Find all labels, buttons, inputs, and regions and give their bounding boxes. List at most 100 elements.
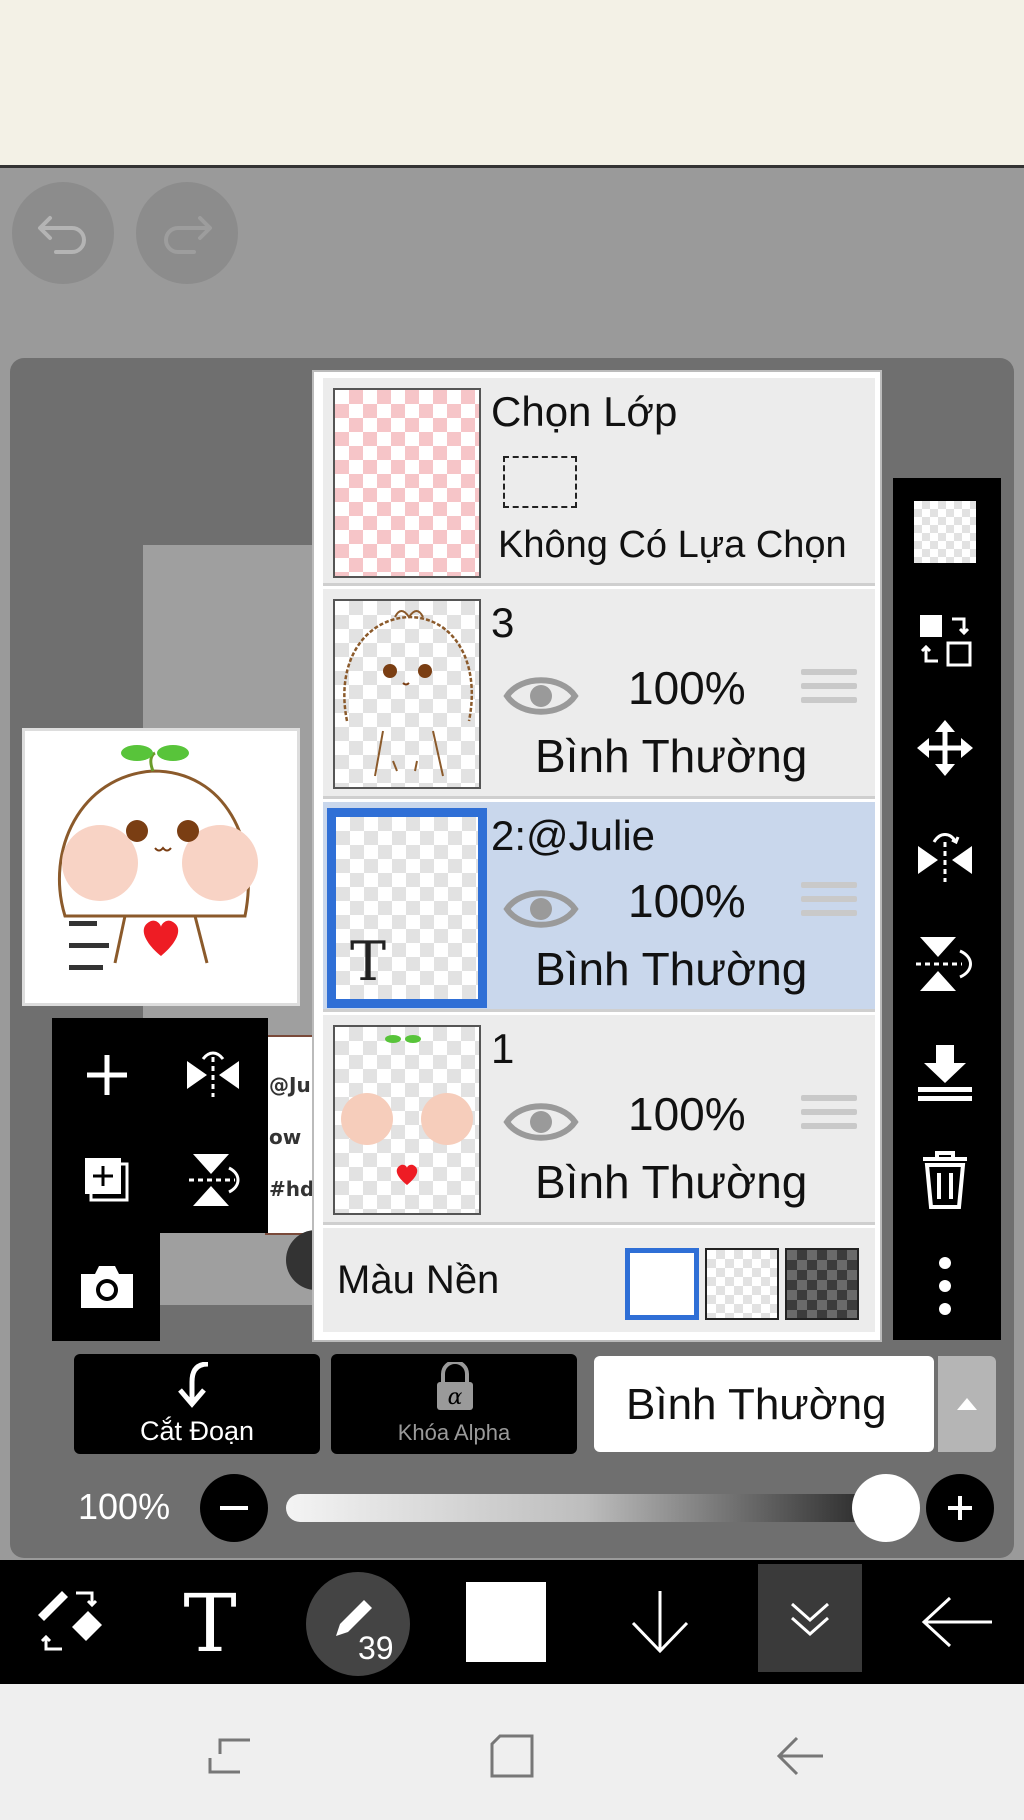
redo-icon — [164, 216, 212, 254]
text-tool-icon: T — [183, 1587, 236, 1657]
minus-icon — [220, 1506, 248, 1510]
redo-button[interactable] — [136, 182, 238, 284]
drag-handle[interactable] — [801, 669, 857, 717]
clipping-button[interactable]: Cắt Đoạn — [74, 1354, 320, 1454]
layer-3-artwork — [343, 610, 474, 777]
flip-vertical-side-button[interactable] — [895, 914, 995, 1014]
more-options-button[interactable] — [895, 1236, 995, 1336]
merge-down-icon — [918, 1045, 972, 1101]
opacity-label: 100% — [78, 1486, 171, 1527]
triangle-up-icon — [957, 1398, 977, 1410]
opacity-slider-thumb[interactable] — [852, 1474, 920, 1542]
opacity-decrease-button[interactable] — [200, 1474, 268, 1542]
eye-icon — [503, 677, 579, 715]
flip-horizontal-button[interactable] — [168, 1030, 258, 1120]
duplicate-layer-button[interactable] — [62, 1135, 152, 1225]
undo-button[interactable] — [12, 182, 114, 284]
layer-opacity: 100% — [628, 1088, 746, 1140]
arrow-down-icon — [631, 1591, 689, 1654]
flip-vertical-button[interactable] — [168, 1135, 258, 1225]
selection-thumbnail — [333, 388, 481, 578]
layer-thumbnail — [333, 599, 481, 789]
layer-blend-mode: Bình Thường — [535, 943, 808, 995]
background-white-swatch[interactable] — [625, 1248, 699, 1320]
visibility-toggle[interactable] — [503, 884, 579, 938]
selection-status: Không Có Lựa Chọn — [498, 524, 847, 566]
system-back-icon — [776, 1736, 823, 1776]
recent-apps-icon — [208, 1738, 250, 1774]
add-layer-button[interactable] — [62, 1030, 152, 1120]
blend-mode-expand-button[interactable] — [938, 1356, 996, 1452]
alpha-lock-label: Khóa Alpha — [397, 1420, 511, 1445]
layer-thumbnail — [333, 1025, 481, 1215]
background-row: Màu Nền — [323, 1228, 875, 1332]
color-swatch-button[interactable] — [456, 1572, 556, 1672]
flip-horizontal-side-button[interactable] — [895, 806, 995, 906]
layers-menu-button[interactable] — [758, 1564, 862, 1672]
layer-blend-mode: Bình Thường — [535, 1156, 808, 1208]
eye-icon — [503, 1103, 579, 1141]
layer-opacity: 100% — [628, 875, 746, 927]
drag-handle[interactable] — [801, 1095, 857, 1143]
camera-icon — [81, 1266, 133, 1308]
camera-button[interactable] — [62, 1242, 152, 1332]
transparency-button[interactable] — [895, 482, 995, 582]
flip-vertical-icon — [189, 1154, 240, 1206]
merge-down-button[interactable] — [895, 1022, 995, 1122]
flip-horizontal-icon — [187, 1051, 239, 1097]
swap-layer-button[interactable] — [895, 590, 995, 690]
layer-opacity: 100% — [628, 662, 746, 714]
clip-arrow-icon — [178, 1362, 209, 1408]
layer-selection-row[interactable]: Chọn Lớp Không Có Lựa Chọn — [323, 378, 875, 586]
swap-icon — [920, 615, 972, 667]
layer-row-3[interactable]: 3 100% Bình Thường — [323, 589, 875, 799]
background-label: Màu Nền — [337, 1258, 500, 1302]
delete-layer-button[interactable] — [895, 1130, 995, 1230]
layer-blend-mode: Bình Thường — [535, 730, 808, 782]
layer-name: 1 — [491, 1025, 515, 1072]
arrow-left-icon — [921, 1596, 992, 1648]
system-back-button[interactable] — [760, 1716, 840, 1796]
status-bar — [0, 0, 1024, 168]
layer-row-2[interactable]: T 2:@Julie 100% Bình Thường — [323, 802, 875, 1012]
blend-mode-select[interactable]: Bình Thường — [594, 1356, 934, 1452]
brush-tool-button[interactable]: 39 — [306, 1572, 410, 1676]
layer-thumbnail: T — [327, 808, 487, 1008]
layer-name: 3 — [491, 599, 515, 646]
visibility-toggle[interactable] — [503, 671, 579, 725]
selection-title: Chọn Lớp — [491, 388, 678, 435]
move-button[interactable] — [895, 698, 995, 798]
canvas-preview[interactable] — [22, 728, 300, 1006]
copy-layer-icon — [85, 1158, 129, 1202]
background-dark-swatch[interactable] — [785, 1248, 859, 1320]
transform-tool-button[interactable] — [20, 1572, 120, 1672]
opacity-increase-button[interactable] — [926, 1474, 994, 1542]
text-tool-button[interactable]: T — [160, 1572, 260, 1672]
double-chevron-down-icon — [791, 1602, 829, 1637]
layer-1-artwork — [341, 1035, 473, 1185]
move-down-button[interactable] — [610, 1572, 710, 1672]
text-layer-icon: T — [350, 930, 387, 993]
opacity-slider-track[interactable] — [286, 1494, 886, 1522]
more-vertical-icon — [939, 1257, 951, 1315]
trash-icon — [923, 1151, 967, 1209]
drag-handle[interactable] — [801, 882, 857, 930]
background-transparent-swatch[interactable] — [705, 1248, 779, 1320]
home-button[interactable] — [472, 1716, 552, 1796]
home-icon — [490, 1734, 534, 1778]
clipping-label: Cắt Đoạn — [139, 1416, 255, 1446]
recent-apps-button[interactable] — [190, 1716, 270, 1796]
selection-marquee-icon — [503, 456, 577, 508]
move-icon — [917, 720, 973, 776]
svg-text:α: α — [448, 1385, 463, 1410]
layer-row-1[interactable]: 1 100% Bình Thường — [323, 1015, 875, 1225]
undo-icon — [38, 216, 86, 254]
alpha-lock-button[interactable]: α Khóa Alpha — [331, 1354, 577, 1454]
flip-vertical-icon — [916, 937, 972, 991]
transform-eraser-icon — [38, 1591, 102, 1651]
current-color-swatch — [466, 1582, 546, 1662]
back-button[interactable] — [906, 1572, 1006, 1672]
flip-horizontal-icon — [918, 833, 972, 882]
visibility-toggle[interactable] — [503, 1097, 579, 1151]
character-artwork — [57, 745, 258, 970]
